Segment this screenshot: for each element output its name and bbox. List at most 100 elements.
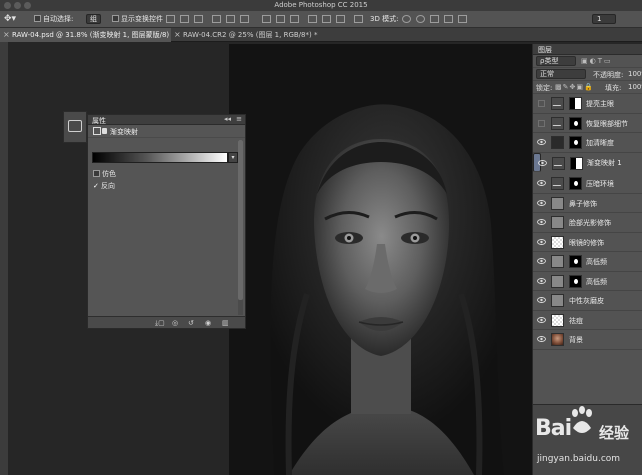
layer-name: 提亮主眼 — [586, 100, 614, 108]
layer-thumbnail — [551, 97, 564, 110]
layer-row[interactable]: 加清晰度 — [533, 133, 642, 153]
show-transform-checkbox[interactable] — [112, 15, 119, 22]
3d-roll-icon[interactable] — [416, 15, 425, 23]
layer-name: 祛痘 — [569, 316, 583, 325]
title-bar: Adobe Photoshop CC 2015 — [0, 0, 642, 11]
blend-mode-dropdown[interactable]: 正常 — [536, 69, 586, 79]
blend-row: 正常 不透明度: 100% — [533, 68, 642, 81]
collapse-icon[interactable]: ◂◂ — [224, 115, 231, 123]
layer-mask-thumbnail[interactable] — [570, 156, 583, 170]
eye-icon[interactable] — [537, 218, 546, 226]
layer-mask-thumbnail[interactable] — [569, 116, 582, 130]
eye-icon[interactable] — [538, 159, 547, 167]
layer-row[interactable]: 渐变映射 1 — [533, 152, 622, 172]
align-vcenter-icon[interactable] — [180, 15, 189, 23]
layer-mask-thumbnail[interactable] — [569, 136, 582, 149]
workspace-dropdown[interactable]: 1 — [592, 14, 617, 25]
reset-icon[interactable]: ↺ — [188, 319, 194, 327]
layer-row[interactable]: 中性灰磨皮 — [533, 291, 642, 311]
layer-row[interactable]: 压暗环境 — [533, 174, 642, 194]
align-left-icon[interactable] — [212, 15, 221, 23]
3d-slide-icon[interactable] — [444, 15, 453, 23]
view-previous-state-icon[interactable]: ◎ — [172, 319, 178, 327]
tab-raw04-cr2[interactable]: × RAW-04.CR2 @ 25% (图层 1, RGB/8*) * — [171, 28, 331, 42]
distribute-top-icon[interactable] — [262, 15, 271, 23]
layer-filter-dropdown[interactable]: ρ类型 — [536, 56, 576, 66]
align-bottom-icon[interactable] — [194, 15, 203, 23]
eye-off-icon[interactable] — [538, 119, 545, 127]
layer-row[interactable]: 脸部光影修饰 — [533, 213, 642, 233]
close-tab-icon[interactable]: × — [174, 28, 181, 42]
auto-select-option[interactable]: 自动选择: — [34, 14, 73, 25]
filter-icons[interactable]: ▣◐T▭ — [581, 57, 613, 65]
watermark-url: jingyan.baidu.com — [537, 454, 621, 464]
distribute-vcenter-icon[interactable] — [276, 15, 285, 23]
3d-scale-icon[interactable] — [458, 15, 467, 23]
close-tab-icon[interactable]: × — [3, 28, 10, 42]
auto-align-icon[interactable] — [354, 15, 363, 23]
show-transform-option[interactable]: 显示变换控件 — [112, 14, 163, 25]
layer-row[interactable]: 祛痘 — [533, 310, 642, 330]
visibility-icon[interactable]: ◉ — [205, 319, 211, 327]
layer-row[interactable]: 高低频 — [533, 271, 642, 291]
dither-checkbox[interactable] — [93, 170, 100, 177]
mask-icon[interactable] — [102, 128, 107, 134]
layer-mask-thumbnail[interactable] — [569, 255, 582, 268]
eye-off-icon[interactable] — [538, 100, 545, 107]
gradient-preview[interactable] — [92, 152, 228, 163]
align-top-icon[interactable] — [166, 15, 175, 23]
adjustments-icon[interactable] — [68, 120, 82, 132]
reverse-checkbox[interactable]: ✓ — [93, 182, 101, 190]
eye-icon[interactable] — [537, 199, 546, 207]
opacity-value[interactable]: 100% — [628, 70, 642, 78]
layer-mask-thumbnail[interactable] — [569, 177, 582, 190]
watermark-brand-tail: 经验 — [599, 424, 630, 442]
lock-label: 锁定: — [536, 84, 553, 92]
tab-raw04-psd[interactable]: × RAW-04.psd @ 31.8% (渐变映射 1, 图层蒙版/8) * — [0, 28, 171, 42]
auto-select-dropdown[interactable]: 组 — [86, 14, 101, 25]
eye-icon[interactable] — [537, 138, 546, 146]
gradient-dropdown-arrow[interactable]: ▾ — [228, 152, 238, 163]
properties-footer: ⤓▢ ◎ ↺ ◉ ▥ — [88, 316, 245, 328]
dither-option[interactable]: 仿色 — [93, 169, 116, 179]
eye-icon[interactable] — [537, 316, 546, 324]
move-tool-icon[interactable]: ✥▾ — [4, 14, 16, 25]
eye-icon[interactable] — [537, 179, 546, 187]
delete-icon[interactable]: ▥ — [222, 319, 229, 327]
properties-scrollbar[interactable] — [238, 140, 243, 315]
document-canvas[interactable] — [229, 44, 532, 475]
properties-type-row: 渐变映射 — [88, 125, 245, 138]
3d-pan-icon[interactable] — [430, 15, 439, 23]
align-right-icon[interactable] — [240, 15, 249, 23]
lock-icons[interactable]: ▩✎✥▣🔒 — [555, 83, 594, 91]
eye-icon[interactable] — [537, 277, 546, 285]
distribute-bottom-icon[interactable] — [290, 15, 299, 23]
panel-menu-icon[interactable]: ≡ — [236, 115, 242, 123]
fill-label: 填充: — [605, 84, 622, 92]
reverse-option[interactable]: ✓ 反向 — [93, 181, 115, 191]
distribute-hcenter-icon[interactable] — [322, 15, 331, 23]
distribute-right-icon[interactable] — [336, 15, 345, 23]
layer-row[interactable]: 眼镜的修饰 — [533, 232, 642, 252]
layer-name: 加清晰度 — [586, 139, 614, 147]
layer-thumbnail — [551, 177, 564, 190]
layer-row[interactable]: 鼻子修饰 — [533, 193, 642, 213]
layer-thumbnail — [551, 235, 564, 249]
eye-icon[interactable] — [537, 335, 546, 343]
layer-row[interactable]: 恢复眼部细节 — [533, 113, 642, 133]
eye-icon[interactable] — [537, 257, 546, 265]
layer-row[interactable]: 提亮主眼 — [533, 94, 642, 114]
layer-mask-thumbnail[interactable] — [569, 274, 582, 288]
layer-mask-thumbnail[interactable] — [569, 97, 582, 110]
layers-filter-row: ρ类型 ▣◐T▭ — [533, 55, 642, 68]
clip-to-layer-icon[interactable]: ⤓▢ — [155, 319, 165, 328]
3d-rotate-icon[interactable] — [402, 15, 411, 23]
fill-value[interactable]: 100% — [628, 83, 642, 91]
layer-row[interactable]: 高低频 — [533, 252, 642, 272]
align-hcenter-icon[interactable] — [226, 15, 235, 23]
distribute-left-icon[interactable] — [308, 15, 317, 23]
layer-row[interactable]: 背景 — [533, 330, 642, 350]
auto-select-checkbox[interactable] — [34, 15, 41, 22]
eye-icon[interactable] — [537, 296, 546, 304]
eye-icon[interactable] — [537, 238, 546, 246]
